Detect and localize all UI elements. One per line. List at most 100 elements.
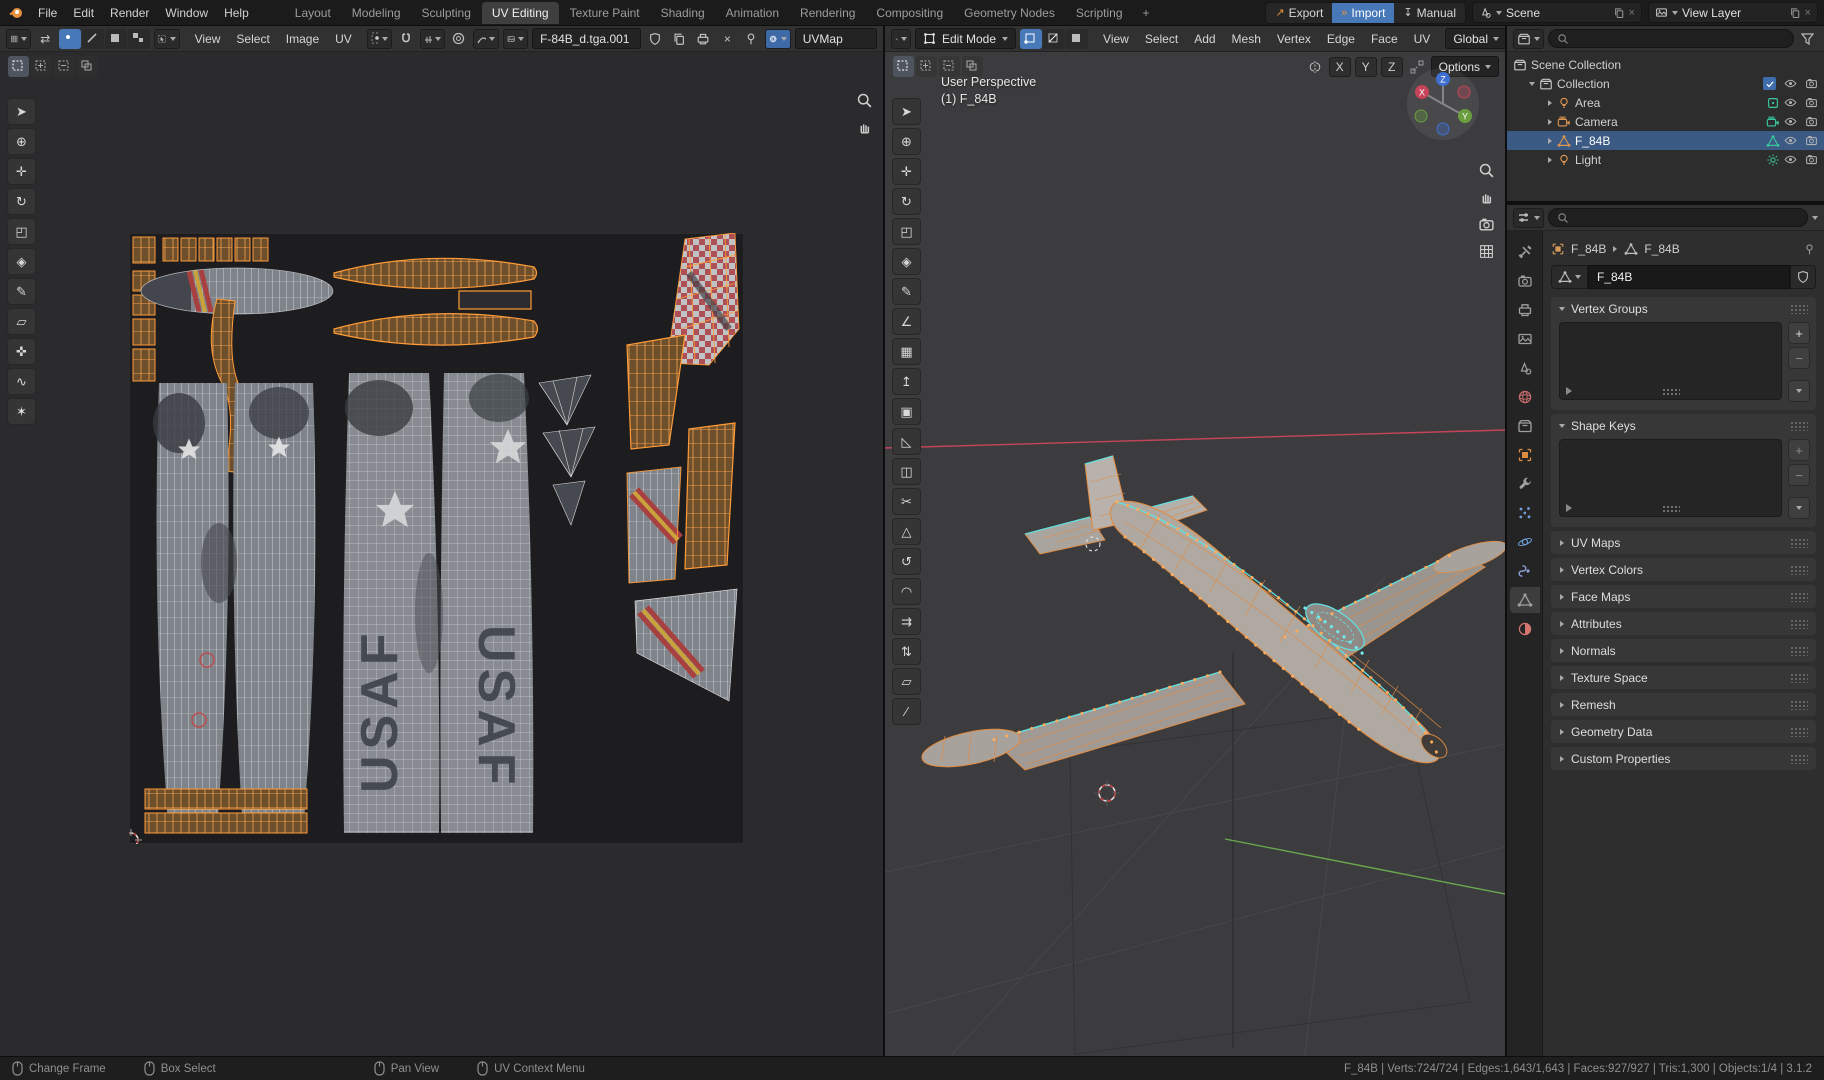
tool-2d-cursor[interactable]: ⊕: [7, 128, 36, 155]
fake-user-shield-icon[interactable]: [645, 29, 665, 49]
select-mode-set-button[interactable]: [893, 56, 914, 77]
tool-edge-slide[interactable]: ⇉: [892, 608, 921, 635]
properties-tab[interactable]: [1510, 239, 1540, 265]
tool-extrude[interactable]: ↥: [892, 368, 921, 395]
editor-type-uv-button[interactable]: [6, 28, 32, 49]
collapsed-panel[interactable]: Face Maps: [1551, 585, 1816, 608]
properties-tab[interactable]: [1509, 587, 1540, 613]
properties-tab[interactable]: [1510, 500, 1540, 526]
tool-annotate[interactable]: ✎: [7, 278, 36, 305]
tool-measure[interactable]: ∠: [892, 308, 921, 335]
fake-user-shield-button[interactable]: [1790, 265, 1816, 289]
viewport-menu-item[interactable]: Mesh: [1225, 29, 1268, 49]
mirror-y-toggle[interactable]: Y: [1354, 56, 1377, 77]
uv-menu-item[interactable]: Select: [229, 29, 276, 49]
tool-loop-cut[interactable]: ◫: [892, 458, 921, 485]
collapsed-panel[interactable]: Normals: [1551, 639, 1816, 662]
blender-logo-icon[interactable]: [6, 5, 26, 21]
uv-sync-selection-toggle[interactable]: ⇄: [35, 29, 55, 49]
select-mode-subtract-button[interactable]: [939, 56, 960, 77]
tool-spin[interactable]: ↺: [892, 548, 921, 575]
mirror-icon[interactable]: [1305, 57, 1325, 77]
scene-selector[interactable]: Scene ×: [1472, 2, 1642, 23]
tool-transform[interactable]: ◈: [892, 248, 921, 275]
uv-map-dropdown[interactable]: [765, 28, 791, 49]
topbar-menu-item[interactable]: Help: [216, 3, 257, 23]
mesh-browse-dropdown[interactable]: [1551, 265, 1588, 289]
topbar-menu-item[interactable]: Window: [157, 3, 216, 23]
workspace-tab[interactable]: Rendering: [790, 2, 865, 24]
panel-header[interactable]: Vertex Groups: [1551, 297, 1816, 320]
copy-icon[interactable]: [1789, 7, 1801, 19]
transform-orientation-dropdown[interactable]: Global: [1445, 28, 1507, 49]
expand-icon[interactable]: [1529, 81, 1535, 86]
uv-menu-item[interactable]: Image: [279, 29, 326, 49]
collapsed-panel[interactable]: Vertex Colors: [1551, 558, 1816, 581]
outliner-search-input[interactable]: [1548, 29, 1794, 48]
editor-type-properties-button[interactable]: [1513, 207, 1544, 228]
tool-move[interactable]: ✛: [892, 158, 921, 185]
viewport-menu-item[interactable]: Add: [1187, 29, 1222, 49]
viewport-menu-item[interactable]: Edge: [1320, 29, 1362, 49]
import-button[interactable]: » Import: [1332, 2, 1395, 23]
datablock-name-field[interactable]: F_84B: [1588, 265, 1790, 289]
image-name-field[interactable]: F-84B_d.tga.001: [532, 28, 642, 49]
uv-select-vertex-button[interactable]: [59, 28, 82, 49]
viewport-scene[interactable]: [885, 52, 1505, 1056]
properties-tab[interactable]: [1510, 384, 1540, 410]
tool-transform[interactable]: ◈: [7, 248, 36, 275]
zoom-icon[interactable]: [856, 92, 873, 109]
viewport-menu-item[interactable]: View: [1096, 29, 1136, 49]
drag-grip-icon[interactable]: [1790, 303, 1808, 314]
edge-select-button[interactable]: [1043, 28, 1066, 49]
drag-grip-icon[interactable]: [1790, 420, 1808, 431]
outliner-object-row[interactable]: F_84B: [1507, 131, 1824, 150]
drag-grip-icon[interactable]: [1790, 564, 1808, 575]
expand-icon[interactable]: [1548, 118, 1552, 125]
workspace-tab[interactable]: Texture Paint: [560, 2, 650, 24]
tool-bevel[interactable]: ◺: [892, 428, 921, 455]
add-shape-key-button[interactable]: +: [1788, 439, 1810, 461]
tool-select-box[interactable]: ➤: [7, 98, 36, 125]
panel-header[interactable]: Shape Keys: [1551, 414, 1816, 437]
sticky-selection-dropdown[interactable]: [154, 28, 180, 49]
collapsed-panel[interactable]: Texture Space: [1551, 666, 1816, 689]
select-mode-subtract-button[interactable]: [54, 56, 75, 77]
topbar-menu-item[interactable]: File: [30, 3, 65, 23]
editor-type-3d-button[interactable]: [891, 28, 911, 49]
tool-rip-region[interactable]: ∕: [892, 698, 921, 725]
pan-hand-icon[interactable]: [856, 119, 873, 136]
tool-rotate[interactable]: ↻: [7, 188, 36, 215]
workspace-tab[interactable]: Animation: [716, 2, 789, 24]
tool-move[interactable]: ✛: [7, 158, 36, 185]
collapsed-panel[interactable]: Custom Properties: [1551, 747, 1816, 770]
properties-tab[interactable]: [1510, 326, 1540, 352]
topbar-menu-item[interactable]: Render: [102, 3, 157, 23]
uvmap-name-field[interactable]: UVMap: [794, 28, 877, 49]
snap-settings-dropdown[interactable]: [420, 28, 446, 49]
outliner-object-row[interactable]: Area: [1507, 93, 1824, 112]
properties-tab[interactable]: [1510, 616, 1540, 642]
tool-cursor[interactable]: ⊕: [892, 128, 921, 155]
render-visibility-toggle[interactable]: [1805, 115, 1818, 128]
add-vertex-group-button[interactable]: +: [1788, 322, 1810, 344]
tool-select-box[interactable]: ➤: [892, 98, 921, 125]
unlink-scene-button[interactable]: ×: [1629, 7, 1635, 19]
hide-eye-toggle[interactable]: [1784, 134, 1797, 147]
select-mode-intersect-button[interactable]: [77, 56, 98, 77]
workspace-tab[interactable]: Modeling: [342, 2, 411, 24]
breadcrumb-object[interactable]: F_84B: [1571, 242, 1606, 256]
shape-keys-list[interactable]: [1559, 439, 1782, 517]
render-visibility-toggle[interactable]: [1805, 77, 1818, 90]
manual-button[interactable]: ↧ Manual: [1394, 3, 1465, 23]
properties-tab[interactable]: [1510, 471, 1540, 497]
vertex-group-specials-button[interactable]: [1788, 380, 1810, 402]
workspace-tab[interactable]: Layout: [285, 2, 341, 24]
vertex-groups-list[interactable]: [1559, 322, 1782, 400]
mirror-x-toggle[interactable]: X: [1328, 56, 1351, 77]
properties-tab[interactable]: [1510, 442, 1540, 468]
properties-tab[interactable]: [1510, 413, 1540, 439]
workspace-tab[interactable]: UV Editing: [481, 1, 559, 24]
outliner-row-scene-collection[interactable]: Scene Collection: [1507, 55, 1824, 74]
drag-grip-icon[interactable]: [1790, 672, 1808, 683]
